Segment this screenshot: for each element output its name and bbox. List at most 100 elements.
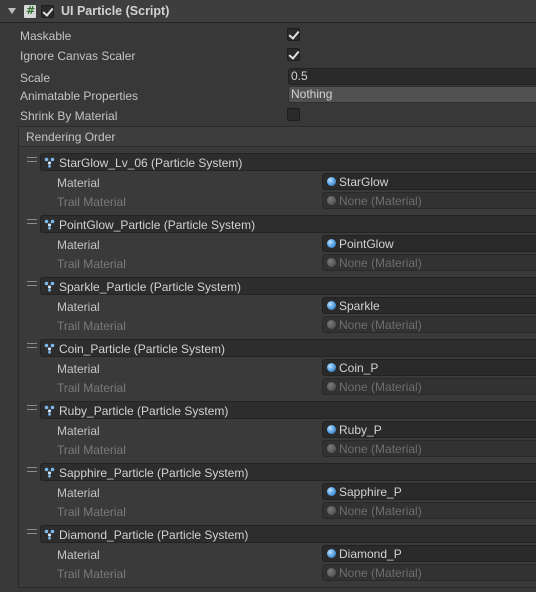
rendering-order-entry: Coin_Particle (Particle System) Material… <box>19 339 536 401</box>
material-icon <box>327 444 336 453</box>
drag-handle-icon[interactable] <box>27 529 37 534</box>
material-icon <box>327 568 336 577</box>
material-icon <box>327 549 336 558</box>
drag-handle-icon[interactable] <box>27 343 37 348</box>
material-icon <box>327 196 336 205</box>
animatable-properties-dropdown[interactable]: Nothing <box>288 86 536 103</box>
material-value: Ruby_P <box>339 423 382 437</box>
material-icon <box>327 425 336 434</box>
material-icon <box>327 177 336 186</box>
rendering-order-entry: Sparkle_Particle (Particle System) Mater… <box>19 277 536 339</box>
rendering-order-title: Rendering Order <box>26 130 116 144</box>
trail-material-value: None (Material) <box>339 442 422 456</box>
trail-material-field: None (Material) <box>322 440 536 457</box>
trail-material-value: None (Material) <box>339 504 422 518</box>
particle-system-icon <box>44 281 55 292</box>
particle-system-field[interactable]: PointGlow_Particle (Particle System) <box>40 215 536 233</box>
material-field[interactable]: StarGlow <box>322 173 536 190</box>
material-icon <box>327 487 336 496</box>
rendering-order-header: Rendering Order <box>19 127 536 147</box>
chevron-down-icon[interactable] <box>8 8 16 14</box>
material-field[interactable]: Sparkle <box>322 297 536 314</box>
trail-material-value: None (Material) <box>339 318 422 332</box>
trail-material-label: Trail Material <box>57 257 126 271</box>
particle-system-field[interactable]: Sparkle_Particle (Particle System) <box>40 277 536 295</box>
material-label: Material <box>57 486 100 500</box>
particle-system-field[interactable]: Sapphire_Particle (Particle System) <box>40 463 536 481</box>
particle-system-icon <box>44 157 55 168</box>
ignore-canvas-scaler-checkbox[interactable] <box>287 48 300 61</box>
maskable-checkbox[interactable] <box>287 28 300 41</box>
particle-system-name: Coin_Particle (Particle System) <box>59 342 226 356</box>
rendering-order-entry: StarGlow_Lv_06 (Particle System) Materia… <box>19 153 536 215</box>
trail-material-label: Trail Material <box>57 319 126 333</box>
material-field[interactable]: Diamond_P <box>322 545 536 562</box>
trail-material-field: None (Material) <box>322 192 536 209</box>
drag-handle-icon[interactable] <box>27 405 37 410</box>
component-enabled-checkbox[interactable] <box>41 5 54 18</box>
material-label: Material <box>57 176 100 190</box>
rendering-order-entry: PointGlow_Particle (Particle System) Mat… <box>19 215 536 277</box>
rendering-order-entry: Sapphire_Particle (Particle System) Mate… <box>19 463 536 525</box>
trail-material-label: Trail Material <box>57 443 126 457</box>
maskable-label: Maskable <box>20 29 72 43</box>
shrink-by-material-checkbox[interactable] <box>287 108 300 121</box>
material-icon <box>327 382 336 391</box>
material-value: Diamond_P <box>339 547 402 561</box>
scale-label: Scale <box>20 71 51 85</box>
trail-material-field: None (Material) <box>322 564 536 581</box>
material-value: StarGlow <box>339 175 389 189</box>
drag-handle-icon[interactable] <box>27 281 37 286</box>
material-label: Material <box>57 548 100 562</box>
material-icon <box>327 320 336 329</box>
drag-handle-icon[interactable] <box>27 157 37 162</box>
material-field[interactable]: Sapphire_P <box>322 483 536 500</box>
shrink-by-material-label: Shrink By Material <box>20 109 118 123</box>
material-field[interactable]: PointGlow <box>322 235 536 252</box>
particle-system-icon <box>44 529 55 540</box>
material-label: Material <box>57 300 100 314</box>
particle-system-field[interactable]: Ruby_Particle (Particle System) <box>40 401 536 419</box>
material-icon <box>327 506 336 515</box>
material-icon <box>327 363 336 372</box>
animatable-properties-label: Animatable Properties <box>20 89 139 103</box>
particle-system-field[interactable]: Coin_Particle (Particle System) <box>40 339 536 357</box>
trail-material-label: Trail Material <box>57 567 126 581</box>
material-value: Coin_P <box>339 361 379 375</box>
material-icon <box>327 301 336 310</box>
particle-system-name: Diamond_Particle (Particle System) <box>59 528 249 542</box>
drag-handle-icon[interactable] <box>27 219 37 224</box>
particle-system-name: Sparkle_Particle (Particle System) <box>59 280 242 294</box>
trail-material-value: None (Material) <box>339 380 422 394</box>
component-title: UI Particle (Script) <box>61 4 170 18</box>
material-field[interactable]: Coin_P <box>322 359 536 376</box>
particle-system-name: PointGlow_Particle (Particle System) <box>59 218 256 232</box>
rendering-order-entry: Diamond_Particle (Particle System) Mater… <box>19 525 536 587</box>
trail-material-label: Trail Material <box>57 195 126 209</box>
particle-system-name: Ruby_Particle (Particle System) <box>59 404 229 418</box>
trail-material-value: None (Material) <box>339 194 422 208</box>
rendering-order-list: Rendering Order StarGlow_Lv_06 (Particle… <box>18 126 536 588</box>
component-header: UI Particle (Script) <box>0 0 536 23</box>
drag-handle-icon[interactable] <box>27 467 37 472</box>
trail-material-field: None (Material) <box>322 378 536 395</box>
rendering-order-entry: Ruby_Particle (Particle System) Material… <box>19 401 536 463</box>
material-value: Sapphire_P <box>339 485 402 499</box>
scale-input[interactable]: 0.5 <box>288 68 536 85</box>
particle-system-field[interactable]: Diamond_Particle (Particle System) <box>40 525 536 543</box>
material-label: Material <box>57 362 100 376</box>
trail-material-field: None (Material) <box>322 254 536 271</box>
material-label: Material <box>57 424 100 438</box>
particle-system-field[interactable]: StarGlow_Lv_06 (Particle System) <box>40 153 536 171</box>
material-field[interactable]: Ruby_P <box>322 421 536 438</box>
ignore-canvas-scaler-label: Ignore Canvas Scaler <box>20 49 136 63</box>
trail-material-value: None (Material) <box>339 566 422 580</box>
particle-system-icon <box>44 405 55 416</box>
material-label: Material <box>57 238 100 252</box>
trail-material-label: Trail Material <box>57 505 126 519</box>
script-icon <box>24 4 36 18</box>
material-icon <box>327 239 336 248</box>
trail-material-field: None (Material) <box>322 502 536 519</box>
trail-material-label: Trail Material <box>57 381 126 395</box>
material-value: PointGlow <box>339 237 394 251</box>
